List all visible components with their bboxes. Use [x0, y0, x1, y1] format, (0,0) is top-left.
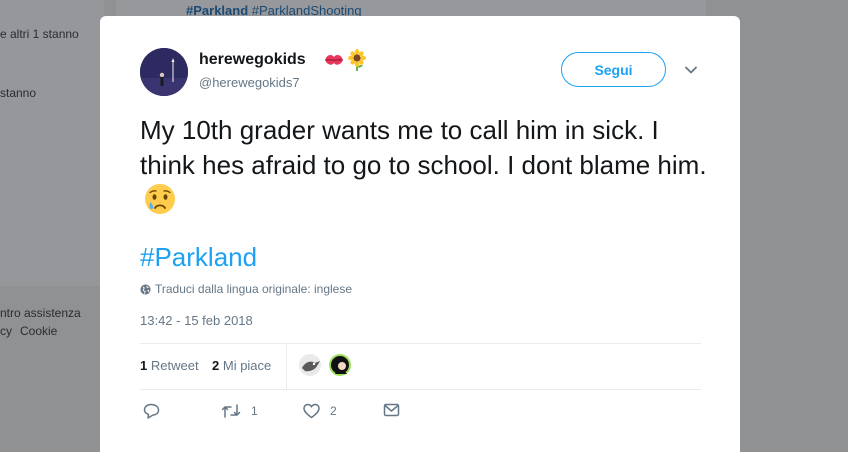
- avatar[interactable]: [140, 48, 188, 96]
- direct-message-action[interactable]: [383, 403, 400, 417]
- like-action-count: 2: [330, 404, 337, 418]
- tweet-modal: herewegokids @herewegokids7 Segui My 10t…: [100, 16, 740, 452]
- retweet-stat[interactable]: 1 Retweet: [140, 358, 199, 373]
- like-count: 2: [212, 358, 220, 373]
- liker-avatar[interactable]: [298, 353, 322, 377]
- liker-avatar[interactable]: [328, 353, 352, 377]
- retweet-count: 1: [140, 358, 148, 373]
- divider: [140, 389, 701, 390]
- globe-icon: [140, 283, 151, 295]
- sunflower-icon: [348, 49, 366, 71]
- background-link: cy: [0, 324, 12, 338]
- reply-icon: [143, 403, 160, 419]
- translate-label: Traduci dalla lingua originale: inglese: [155, 282, 353, 296]
- like-label: Mi piace: [222, 358, 272, 373]
- divider: [140, 343, 701, 344]
- kiss-mark-icon: [325, 55, 343, 65]
- user-handle[interactable]: @herewegokids7: [199, 75, 300, 90]
- divider: [286, 344, 287, 389]
- background-sidebar: e altri 1 stanno stanno ntro assistenza …: [0, 0, 104, 452]
- tweet-text: My 10th grader wants me to call him in s…: [140, 113, 710, 218]
- envelope-icon: [383, 403, 400, 417]
- background-text: stanno: [0, 86, 37, 100]
- user-name[interactable]: herewegokids: [199, 51, 306, 69]
- like-action[interactable]: 2: [303, 403, 337, 419]
- tweet-text-body: My 10th grader wants me to call him in s…: [140, 115, 707, 180]
- retweet-action[interactable]: 1: [221, 403, 258, 419]
- like-stat[interactable]: 2 Mi piace: [212, 358, 271, 373]
- hashtag-link[interactable]: #Parkland: [140, 242, 257, 273]
- reply-action[interactable]: [143, 403, 170, 419]
- background-link: ntro assistenza: [0, 306, 81, 320]
- translate-link[interactable]: Traduci dalla lingua originale: inglese: [140, 282, 352, 296]
- background-text: e altri 1 stanno: [0, 27, 79, 41]
- chevron-down-icon[interactable]: [684, 64, 698, 76]
- background-panel: [0, 0, 104, 286]
- heart-icon: [303, 403, 320, 419]
- follow-button[interactable]: Segui: [561, 52, 666, 87]
- retweet-icon: [221, 404, 241, 418]
- retweet-action-count: 1: [251, 404, 258, 418]
- background-link: Cookie: [20, 324, 58, 338]
- timestamp: 13:42 - 15 feb 2018: [140, 313, 253, 328]
- retweet-label: Retweet: [150, 358, 199, 373]
- crying-face-icon: [145, 184, 175, 214]
